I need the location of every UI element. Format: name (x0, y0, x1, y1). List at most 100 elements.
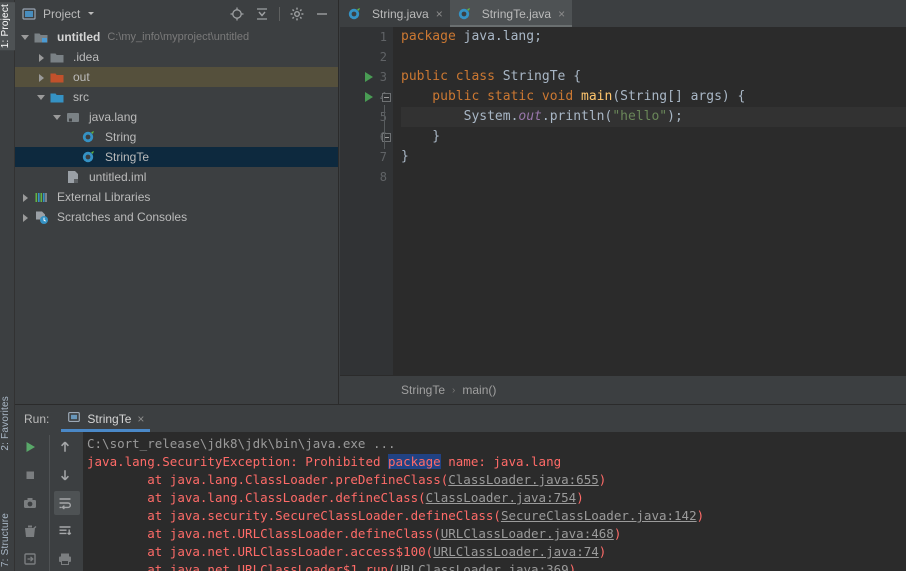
idea-window: 1: Project 2: Favorites 7: Structure Pro… (0, 0, 906, 571)
fold-toggle-icon[interactable] (379, 87, 393, 107)
breadcrumb-class[interactable]: StringTe (401, 383, 445, 397)
collapse-all-icon[interactable] (254, 6, 270, 22)
arrow-down-icon[interactable] (54, 463, 80, 486)
code-token: ); (667, 109, 683, 124)
tree-node-idea[interactable]: .idea (15, 47, 338, 67)
console-line: at java.lang.ClassLoader.preDefineClass(… (87, 471, 906, 489)
chevron-down-icon[interactable] (21, 33, 30, 42)
fold-toggle-icon[interactable] (379, 127, 393, 147)
tree-node-label: src (73, 90, 89, 104)
run-gutter-icon[interactable] (362, 67, 376, 87)
stack-trace-link[interactable]: SecureClassLoader.java:142 (501, 508, 697, 523)
console-output[interactable]: C:\sort_release\jdk8\jdk\bin\java.exe ..… (83, 432, 906, 571)
code-line[interactable]: public static void main(String[] args) { (401, 87, 906, 107)
code-token: public static void (401, 89, 581, 104)
tree-spacer (69, 133, 78, 142)
tree-node-out[interactable]: out (15, 67, 338, 87)
java-class-icon (81, 129, 101, 145)
close-icon[interactable]: × (137, 412, 144, 426)
code-line[interactable]: } (401, 127, 906, 147)
chevron-right-icon[interactable] (21, 193, 30, 202)
project-window-icon (21, 6, 37, 22)
console-text: java.lang.SecurityException: Prohibited (87, 454, 388, 469)
tree-node-label: StringTe (105, 150, 149, 164)
sidebar-tab-favorites[interactable]: 2: Favorites (0, 394, 15, 453)
code-token: } (401, 149, 409, 164)
run-toolbar (15, 432, 83, 571)
code-line[interactable] (401, 167, 906, 187)
code-line[interactable]: } (401, 147, 906, 167)
chevron-down-icon[interactable] (53, 113, 62, 122)
tree-spacer (53, 173, 62, 182)
close-icon[interactable]: × (436, 7, 443, 21)
tree-node-untitled[interactable]: untitledC:\my_info\myproject\untitled (15, 27, 338, 47)
tree-node-external-libraries[interactable]: External Libraries (15, 187, 338, 207)
editor-tab-stringte-java[interactable]: StringTe.java× (450, 0, 572, 27)
chevron-right-icon[interactable] (37, 53, 46, 62)
sidebar-tab-structure[interactable]: 7: Structure (0, 511, 15, 569)
code-token: (String[] args) { (612, 89, 745, 104)
code-token: } (401, 129, 440, 144)
code-editor[interactable]: 12345678 package java.lang; public class … (340, 27, 906, 375)
minimize-icon[interactable] (314, 6, 330, 22)
export-icon[interactable] (19, 548, 45, 571)
chevron-down-icon[interactable] (86, 7, 96, 21)
code-line[interactable]: package java.lang; (401, 27, 906, 47)
locate-icon[interactable] (229, 6, 245, 22)
project-tree[interactable]: untitledC:\my_info\myproject\untitled .id… (15, 27, 338, 404)
tree-node-src[interactable]: src (15, 87, 338, 107)
stack-trace-link[interactable]: ClassLoader.java:655 (448, 472, 599, 487)
run-configuration-tab[interactable]: StringTe × (61, 405, 150, 432)
stop-icon[interactable] (19, 463, 45, 486)
code-token: "hello" (612, 109, 667, 124)
stack-trace-link[interactable]: URLClassLoader.java:74 (433, 544, 599, 559)
editor-code[interactable]: package java.lang; public class StringTe … (393, 27, 906, 375)
project-panel-toolbar (229, 6, 334, 22)
project-panel-title[interactable]: Project (21, 6, 96, 22)
tree-node-untitled-iml[interactable]: untitled.iml (15, 167, 338, 187)
console-text: ) (576, 490, 584, 505)
code-token: .println( (542, 109, 612, 124)
fold-guide-line (384, 105, 385, 149)
tree-spacer (69, 153, 78, 162)
chevron-right-icon[interactable] (37, 73, 46, 82)
gear-icon[interactable] (289, 6, 305, 22)
rerun-icon[interactable] (19, 435, 45, 458)
arrow-up-icon[interactable] (54, 435, 80, 458)
console-text: ) (599, 472, 607, 487)
stack-trace-link[interactable]: URLClassLoader.java:369 (396, 562, 569, 571)
code-line[interactable]: System.out.println("hello"); (401, 107, 906, 127)
soft-wrap-icon[interactable] (54, 491, 80, 514)
run-config-icon (67, 410, 81, 427)
editor-gutter[interactable]: 12345678 (340, 27, 393, 375)
console-line: C:\sort_release\jdk8\jdk\bin\java.exe ..… (87, 435, 906, 453)
chevron-right-icon[interactable] (21, 213, 30, 222)
sidebar-tab-project[interactable]: 1: Project (0, 2, 15, 50)
camera-icon[interactable] (19, 491, 45, 514)
iml-file-icon (65, 169, 85, 185)
print-icon[interactable] (54, 548, 80, 571)
line-number: 7 (340, 147, 393, 167)
code-line[interactable] (401, 47, 906, 67)
tree-node-label: .idea (73, 50, 99, 64)
close-icon[interactable]: × (558, 7, 565, 21)
tree-node-label: untitled (57, 30, 100, 44)
breadcrumb-method[interactable]: main() (462, 383, 496, 397)
code-line[interactable]: public class StringTe { (401, 67, 906, 87)
editor-tab-string-java[interactable]: String.java× (340, 0, 450, 27)
libraries-icon (33, 189, 53, 205)
chevron-down-icon[interactable] (37, 93, 46, 102)
trash-icon[interactable] (19, 520, 45, 543)
scratches-icon (33, 209, 53, 225)
tree-node-scratches-and-consoles[interactable]: Scratches and Consoles (15, 207, 338, 227)
console-line: at java.net.URLClassLoader.defineClass(U… (87, 525, 906, 543)
tree-node-string[interactable]: String (15, 127, 338, 147)
run-gutter-icon[interactable] (362, 87, 376, 107)
tree-node-java-lang[interactable]: java.lang (15, 107, 338, 127)
tree-node-stringte[interactable]: StringTe (15, 147, 338, 167)
stack-trace-link[interactable]: ClassLoader.java:754 (426, 490, 577, 505)
scroll-to-end-icon[interactable] (54, 520, 80, 543)
console-text: at java.net.URLClassLoader$1.run( (87, 562, 396, 571)
line-number: 8 (340, 167, 393, 187)
stack-trace-link[interactable]: URLClassLoader.java:468 (441, 526, 614, 541)
